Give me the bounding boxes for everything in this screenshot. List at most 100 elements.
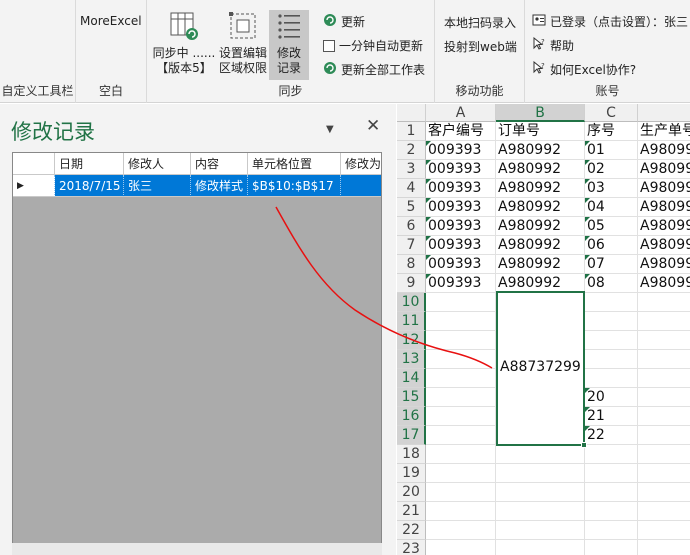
sheet-cell[interactable]: 009393 bbox=[426, 160, 496, 179]
row-header[interactable]: 3 bbox=[397, 160, 426, 179]
row-header[interactable]: 4 bbox=[397, 179, 426, 198]
grid-header-content[interactable]: 内容 bbox=[191, 153, 248, 175]
column-header-c[interactable]: C bbox=[585, 104, 638, 122]
sheet-cell[interactable]: A98099 bbox=[638, 274, 690, 293]
sheet-cell[interactable]: 009393 bbox=[426, 179, 496, 198]
row-header[interactable]: 10 bbox=[397, 293, 426, 312]
sheet-cell[interactable]: 009393 bbox=[426, 217, 496, 236]
row-header[interactable]: 18 bbox=[397, 445, 426, 464]
modify-records-button[interactable]: 修改 记录 bbox=[269, 10, 309, 80]
sheet-cell[interactable] bbox=[638, 521, 690, 540]
sheet-cell[interactable]: A98099 bbox=[638, 255, 690, 274]
project-web-button[interactable]: 投射到web端 bbox=[444, 38, 517, 55]
sheet-cell[interactable]: 009393 bbox=[426, 255, 496, 274]
pane-options-icon[interactable]: ▼ bbox=[326, 124, 334, 135]
row-header[interactable]: 14 bbox=[397, 369, 426, 388]
row-header[interactable]: 12 bbox=[397, 331, 426, 350]
sheet-cell[interactable]: A98099 bbox=[638, 236, 690, 255]
sheet-cell[interactable] bbox=[638, 350, 690, 369]
column-header-b[interactable]: B bbox=[496, 104, 585, 122]
sheet-cell[interactable]: 20 bbox=[585, 388, 638, 407]
sheet-cell[interactable]: A980992 bbox=[496, 198, 585, 217]
row-header[interactable]: 11 bbox=[397, 312, 426, 331]
row-header[interactable]: 15 bbox=[397, 388, 426, 407]
sheet-cell[interactable] bbox=[426, 483, 496, 502]
sheet-cell[interactable] bbox=[638, 369, 690, 388]
sheet-cell[interactable] bbox=[426, 293, 496, 312]
how-collab-button[interactable]: ? 如何Excel协作? bbox=[532, 60, 636, 78]
table-row[interactable]: ▶ 2018/7/15 张三 修改样式 $B$10:$B$17 bbox=[13, 175, 381, 197]
scan-input-button[interactable]: 本地扫码录入 bbox=[444, 14, 516, 31]
sheet-cell[interactable] bbox=[426, 350, 496, 369]
row-header[interactable]: 1 bbox=[397, 122, 426, 141]
sheet-cell[interactable]: 009393 bbox=[426, 141, 496, 160]
refresh-all-button[interactable]: 更新全部工作表 bbox=[323, 61, 425, 78]
row-header[interactable]: 21 bbox=[397, 502, 426, 521]
column-header-d[interactable] bbox=[638, 104, 690, 122]
help-button[interactable]: ? 帮助 bbox=[532, 36, 574, 54]
sheet-cell[interactable]: 22 bbox=[585, 426, 638, 445]
sheet-cell[interactable]: 009393 bbox=[426, 236, 496, 255]
sheet-cell[interactable] bbox=[426, 407, 496, 426]
row-header[interactable]: 2 bbox=[397, 141, 426, 160]
row-header[interactable]: 17 bbox=[397, 426, 426, 445]
sheet-cell[interactable]: 客户编号 bbox=[426, 122, 496, 141]
sheet-cell[interactable]: 07 bbox=[585, 255, 638, 274]
row-header[interactable]: 8 bbox=[397, 255, 426, 274]
sheet-cell[interactable] bbox=[426, 502, 496, 521]
refresh-button[interactable]: 更新 bbox=[323, 13, 365, 30]
sheet-cell[interactable] bbox=[585, 521, 638, 540]
sheet-cell[interactable]: A980992 bbox=[496, 217, 585, 236]
row-header[interactable]: 20 bbox=[397, 483, 426, 502]
sheet-cell[interactable] bbox=[585, 293, 638, 312]
sheet-cell[interactable] bbox=[638, 426, 690, 445]
sheet-cell[interactable]: 生产单号 bbox=[638, 122, 690, 141]
grid-header-cell[interactable]: 单元格位置 bbox=[248, 153, 341, 175]
sheet-cell[interactable]: A980992 bbox=[496, 160, 585, 179]
sheet-cell[interactable] bbox=[426, 445, 496, 464]
row-header[interactable]: 6 bbox=[397, 217, 426, 236]
sheet-cell[interactable] bbox=[585, 369, 638, 388]
sheet-cell[interactable]: 05 bbox=[585, 217, 638, 236]
sheet-cell[interactable] bbox=[585, 464, 638, 483]
sheet-cell[interactable]: 01 bbox=[585, 141, 638, 160]
row-header[interactable]: 23 bbox=[397, 540, 426, 555]
sheet-cell[interactable] bbox=[585, 350, 638, 369]
sheet-cell[interactable] bbox=[638, 407, 690, 426]
auto-refresh-check-icon[interactable] bbox=[323, 39, 335, 52]
auto-refresh-checkbox[interactable]: 一分钟自动更新 bbox=[323, 37, 423, 54]
sheet-cell[interactable]: 订单号 bbox=[496, 122, 585, 141]
sheet-cell[interactable] bbox=[585, 445, 638, 464]
sheet-cell[interactable] bbox=[426, 388, 496, 407]
row-header[interactable]: 7 bbox=[397, 236, 426, 255]
sheet-cell[interactable] bbox=[638, 388, 690, 407]
grid-header-user[interactable]: 修改人 bbox=[124, 153, 191, 175]
edit-permission-button[interactable]: 设置编辑 区域权限 bbox=[217, 10, 269, 76]
row-header[interactable]: 16 bbox=[397, 407, 426, 426]
sheet-cell[interactable] bbox=[496, 445, 585, 464]
select-all-corner[interactable] bbox=[397, 104, 426, 122]
sheet-cell[interactable] bbox=[638, 445, 690, 464]
sheet-cell[interactable] bbox=[585, 483, 638, 502]
sheet-cell[interactable]: A98099 bbox=[638, 141, 690, 160]
sheet-cell[interactable]: 04 bbox=[585, 198, 638, 217]
sheet-cell[interactable] bbox=[585, 502, 638, 521]
sheet-cell[interactable] bbox=[638, 502, 690, 521]
sheet-cell[interactable] bbox=[426, 521, 496, 540]
row-header[interactable]: 13 bbox=[397, 350, 426, 369]
more-excel-label[interactable]: MoreExcel bbox=[80, 14, 142, 28]
sheet-cell[interactable] bbox=[426, 464, 496, 483]
sheet-cell[interactable] bbox=[496, 502, 585, 521]
sync-button[interactable]: 同步中 ...... 【版本5】 bbox=[151, 10, 217, 76]
grid-horizontal-scrollbar[interactable] bbox=[12, 543, 382, 555]
sheet-cell[interactable] bbox=[496, 464, 585, 483]
close-icon[interactable]: ✕ bbox=[366, 116, 380, 136]
sheet-cell[interactable]: A980992 bbox=[496, 179, 585, 198]
sheet-cell[interactable]: A98099 bbox=[638, 198, 690, 217]
row-header[interactable]: 19 bbox=[397, 464, 426, 483]
sheet-cell[interactable] bbox=[426, 369, 496, 388]
sheet-cell[interactable] bbox=[496, 521, 585, 540]
sheet-cell[interactable] bbox=[585, 540, 638, 555]
login-status-button[interactable]: 已登录（点击设置）：张三 bbox=[532, 13, 688, 30]
sheet-cell[interactable]: 03 bbox=[585, 179, 638, 198]
